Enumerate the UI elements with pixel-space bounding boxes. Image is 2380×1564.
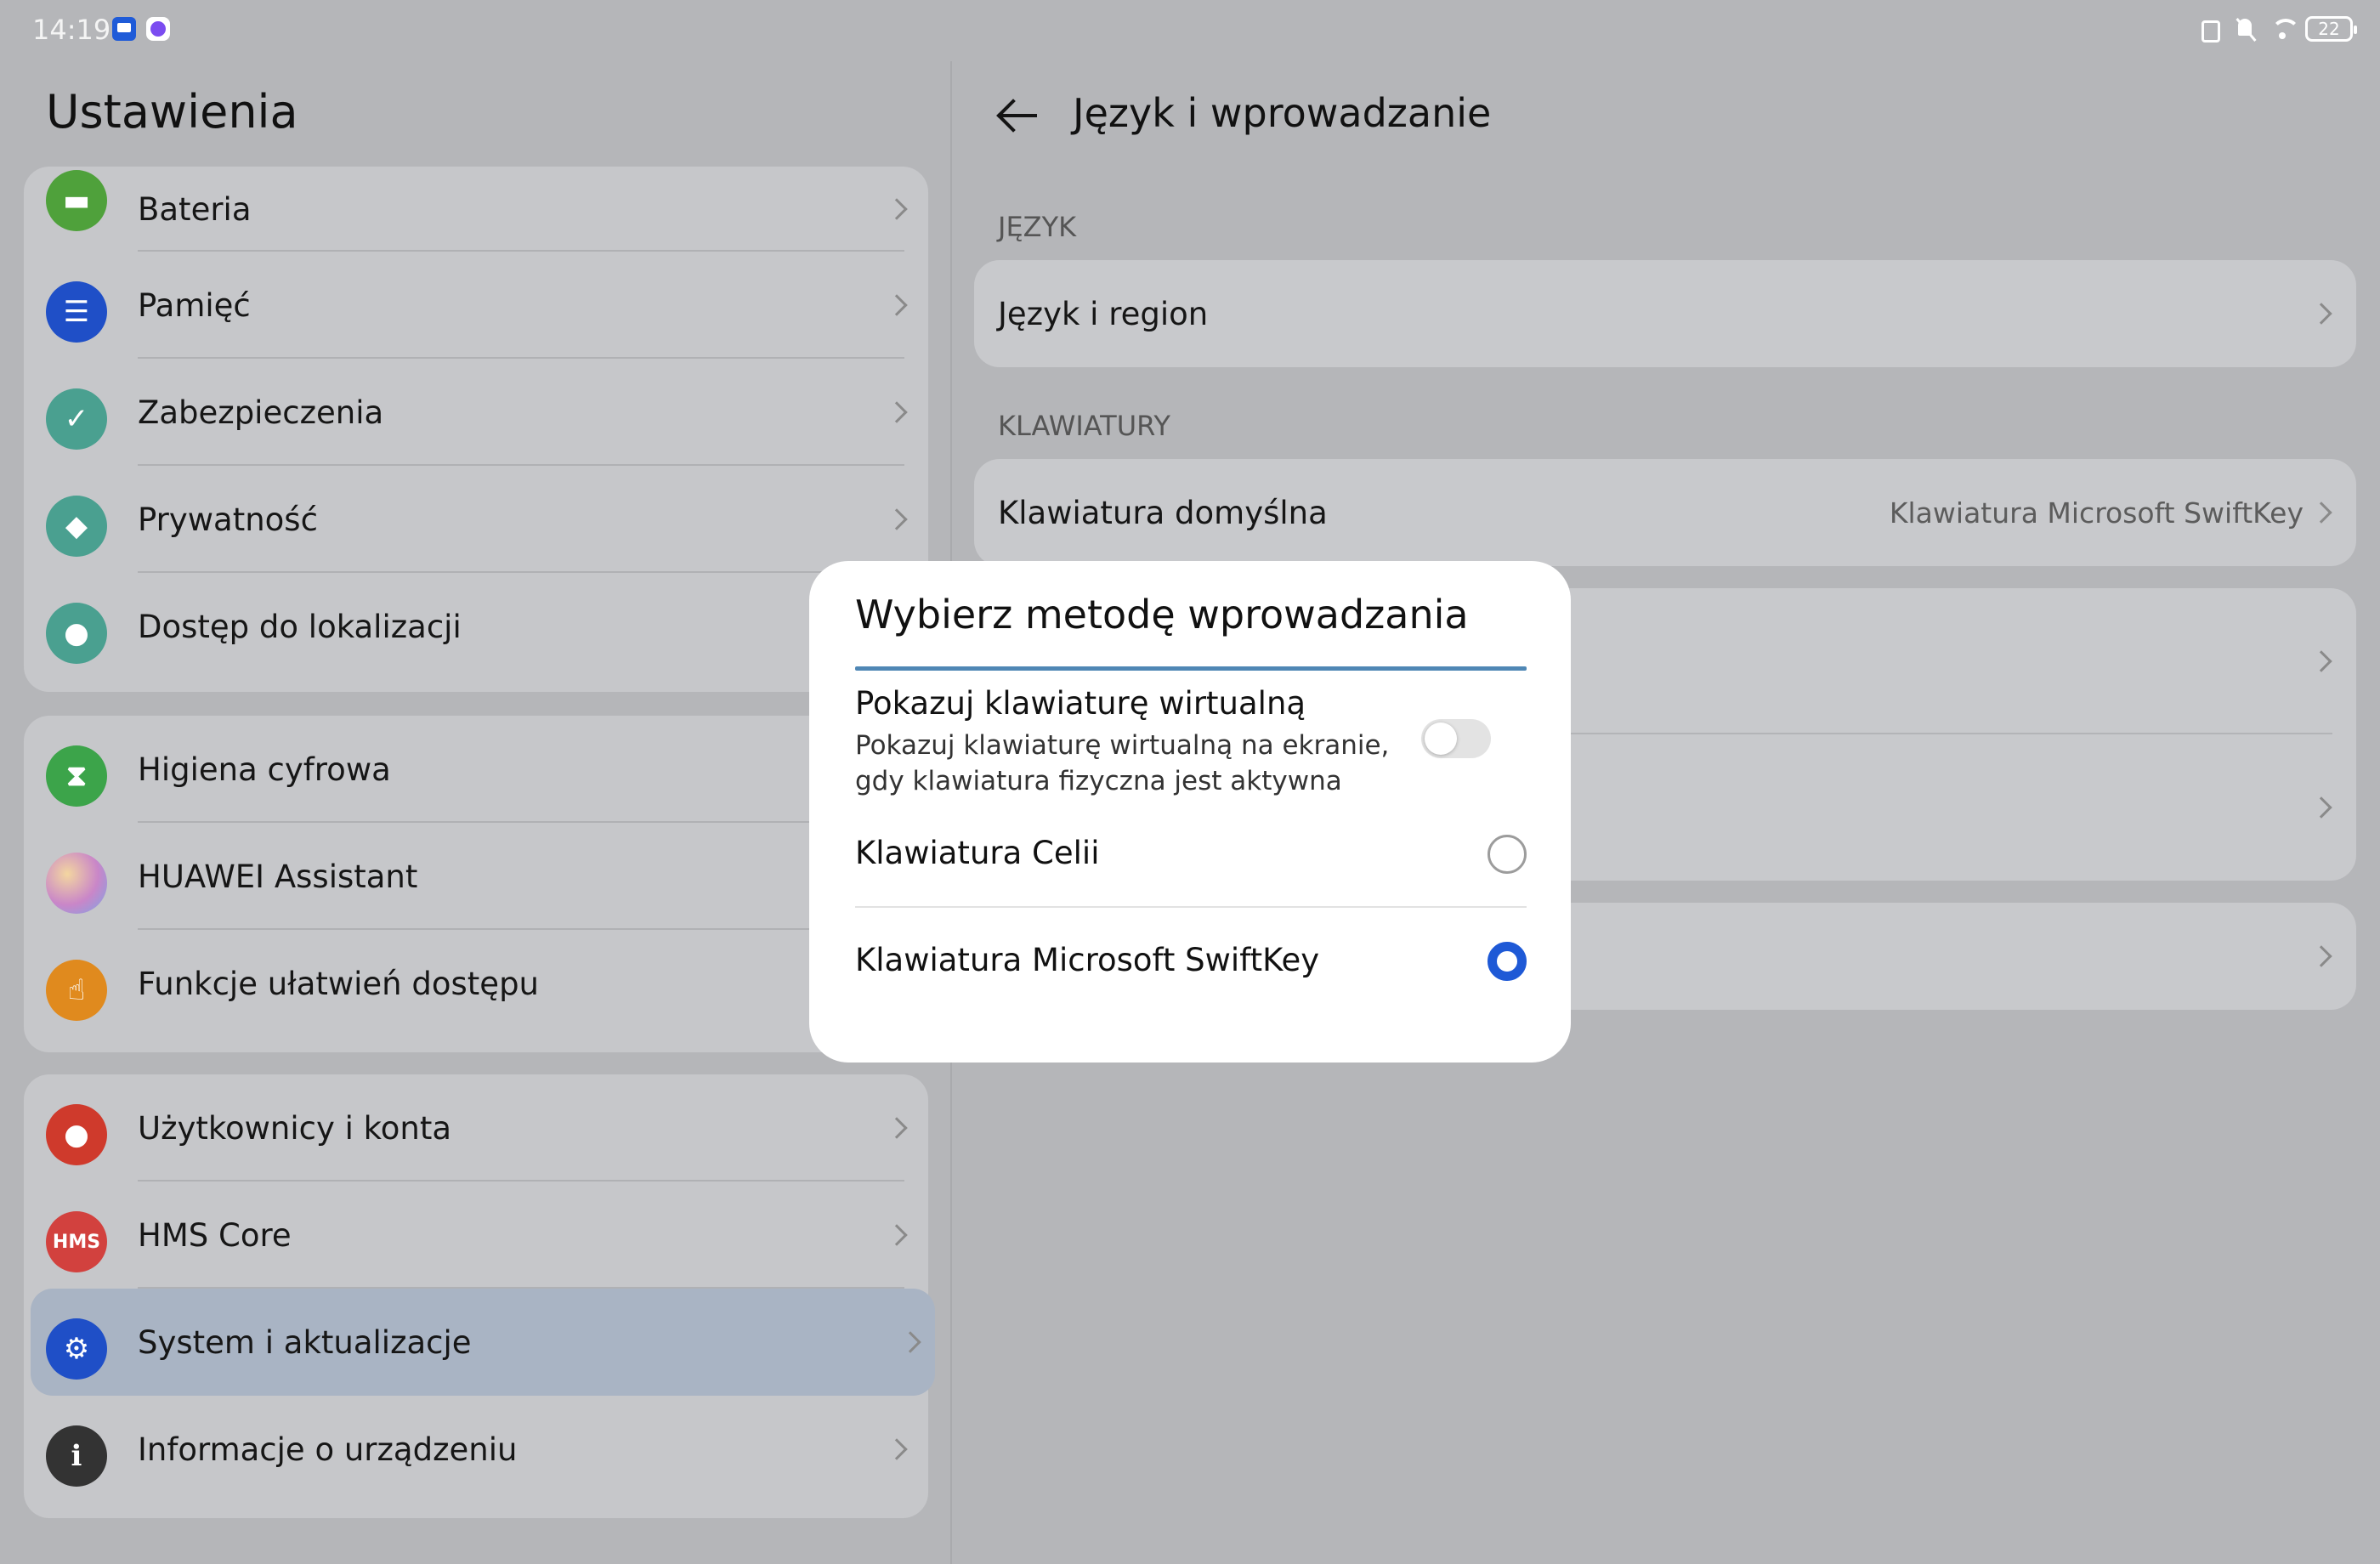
- virtual-keyboard-description: Pokazuj klawiaturę wirtualną na ekranie,…: [855, 730, 1390, 796]
- settings-item[interactable]: ✓ Zabezpieczenia: [24, 359, 928, 466]
- chevron-right-icon: [886, 508, 908, 530]
- settings-title: Ustawienia: [46, 85, 298, 139]
- settings-item-label: Bateria: [138, 190, 252, 228]
- settings-item[interactable]: i Informacje o urządzeniu: [24, 1396, 928, 1503]
- nfc-icon: [2198, 15, 2222, 42]
- status-time: 14:19: [32, 14, 111, 46]
- language-card: Język i region: [974, 260, 2356, 367]
- settings-item[interactable]: ⚙ System i aktualizacje: [31, 1289, 935, 1396]
- keyboard-option-label: Klawiatura Microsoft SwiftKey: [855, 942, 1320, 978]
- default-keyboard-value: Klawiatura Microsoft SwiftKey: [1889, 496, 2304, 530]
- messenger-notification-icon: [146, 17, 170, 41]
- settings-group-3: ● Użytkownicy i konta HMS HMS Core ⚙ System i…: [24, 1074, 935, 1518]
- default-keyboard-label: Klawiatura domyślna: [998, 494, 1328, 531]
- chevron-right-icon: [886, 198, 908, 220]
- settings-item-label: Zabezpieczenia: [138, 394, 384, 431]
- keyboard-option-label: Klawiatura Celii: [855, 835, 1100, 871]
- dialog-title-underline: [855, 666, 1527, 671]
- user-icon: ●: [46, 1104, 107, 1165]
- settings-group-1: ▬ Bateria ☰ Pamięć ✓ Zabezpieczenia ◆ Prywatnoś…: [24, 167, 928, 692]
- privacy-shield-icon: ◆: [46, 496, 107, 557]
- settings-item-label: Prywatność: [138, 501, 318, 538]
- chevron-right-icon: [886, 1438, 908, 1460]
- keyboard-option-swiftkey[interactable]: Klawiatura Microsoft SwiftKey: [855, 908, 1527, 1015]
- settings-item-label: HMS Core: [138, 1216, 292, 1254]
- settings-item-label: HUAWEI Assistant: [138, 858, 418, 895]
- default-keyboard-item[interactable]: Klawiatura domyślna Klawiatura Microsoft…: [974, 459, 2356, 566]
- gear-icon: ⚙: [46, 1318, 107, 1380]
- section-label-language: JĘZYK: [998, 211, 1077, 243]
- storage-icon: ☰: [46, 281, 107, 343]
- toggle-knob: [1425, 722, 1457, 755]
- dialog-title: Wybierz metodę wprowadzania: [855, 592, 1469, 638]
- language-region-item[interactable]: Język i region: [974, 260, 2356, 367]
- chevron-right-icon: [2310, 502, 2332, 524]
- wifi-icon: [2270, 15, 2300, 42]
- section-label-keyboards: KLAWIATURY: [998, 410, 1170, 442]
- virtual-keyboard-toggle[interactable]: [1421, 719, 1491, 758]
- chevron-right-icon: [2310, 945, 2332, 967]
- page-title: Język i wprowadzanie: [1073, 90, 1492, 136]
- settings-item[interactable]: ◆ Prywatność: [24, 466, 928, 573]
- info-icon: i: [46, 1425, 107, 1487]
- language-region-label: Język i region: [998, 295, 1209, 332]
- assistant-icon: [46, 853, 107, 914]
- settings-item-label: Informacje o urządzeniu: [138, 1431, 518, 1468]
- chevron-right-icon: [886, 1117, 908, 1139]
- virtual-keyboard-label: Pokazuj klawiaturę wirtualną: [855, 685, 1306, 722]
- settings-item-label: Dostęp do lokalizacji: [138, 608, 462, 645]
- chevron-right-icon: [2310, 796, 2332, 819]
- back-arrow-icon[interactable]: [998, 99, 1040, 133]
- hms-icon: HMS: [46, 1211, 107, 1272]
- battery-icon: 22: [2305, 16, 2357, 42]
- mute-icon: [2234, 15, 2258, 42]
- settings-item[interactable]: ● Użytkownicy i konta: [24, 1074, 928, 1182]
- keyboard-option-celia[interactable]: Klawiatura Celii: [855, 801, 1527, 908]
- message-notification-icon: [112, 17, 136, 41]
- settings-item-label: Użytkownicy i konta: [138, 1109, 452, 1147]
- radio-button[interactable]: [1488, 942, 1527, 981]
- settings-item[interactable]: HMS HMS Core: [24, 1182, 928, 1289]
- radio-button[interactable]: [1488, 835, 1527, 874]
- settings-item[interactable]: ☝ Funkcje ułatwień dostępu: [24, 930, 928, 1037]
- battery-icon: ▬: [46, 170, 107, 231]
- shield-check-icon: ✓: [46, 388, 107, 450]
- chevron-right-icon: [899, 1331, 921, 1353]
- settings-item-label: System i aktualizacje: [138, 1323, 472, 1361]
- hourglass-icon: ⧗: [46, 745, 107, 807]
- settings-item[interactable]: ☰ Pamięć: [24, 252, 928, 359]
- settings-item-label: Higiena cyfrowa: [138, 751, 391, 788]
- input-method-dialog: Wybierz metodę wprowadzania Pokazuj klaw…: [809, 561, 1571, 1062]
- settings-item[interactable]: HUAWEI Assistant: [24, 823, 928, 930]
- settings-item[interactable]: ▬ Bateria: [24, 167, 928, 252]
- chevron-right-icon: [886, 401, 908, 423]
- chevron-right-icon: [886, 1224, 908, 1246]
- settings-item[interactable]: ● Dostęp do lokalizacji: [24, 573, 928, 680]
- settings-item[interactable]: ⧗ Higiena cyfrowa: [24, 716, 928, 823]
- status-bar: 14:19 22: [0, 0, 2380, 61]
- default-keyboard-card: Klawiatura domyślna Klawiatura Microsoft…: [974, 459, 2356, 566]
- location-icon: ●: [46, 603, 107, 664]
- chevron-right-icon: [886, 294, 908, 316]
- settings-item-label: Pamięć: [138, 286, 251, 324]
- chevron-right-icon: [2310, 650, 2332, 672]
- settings-item-label: Funkcje ułatwień dostępu: [138, 965, 540, 1002]
- chevron-right-icon: [2310, 303, 2332, 325]
- settings-group-2: ⧗ Higiena cyfrowa HUAWEI Assistant ☝ Funkcje…: [24, 716, 928, 1052]
- hand-icon: ☝: [46, 960, 107, 1021]
